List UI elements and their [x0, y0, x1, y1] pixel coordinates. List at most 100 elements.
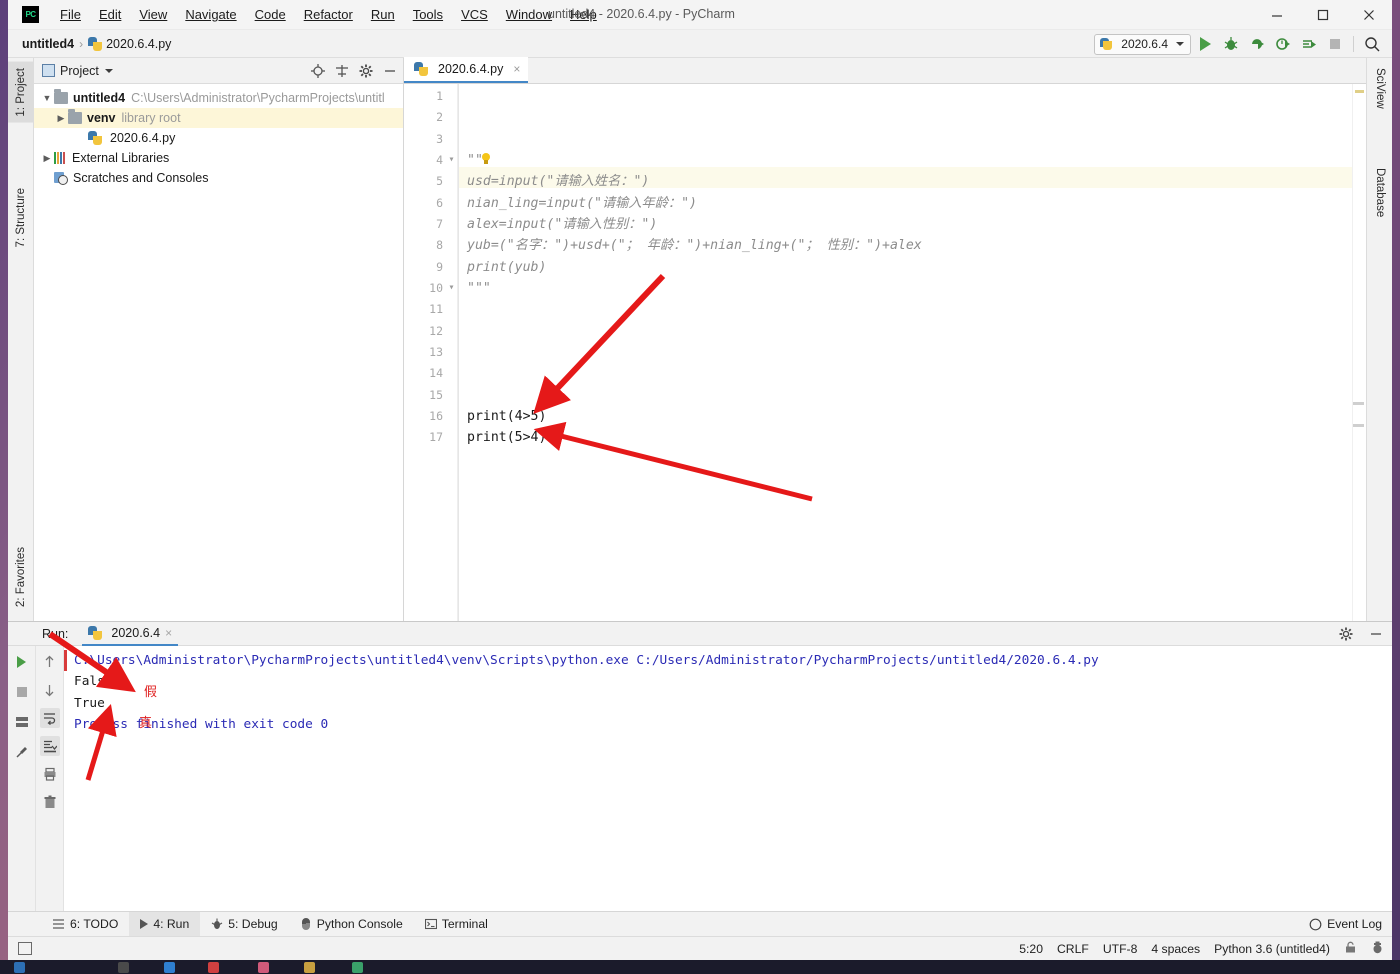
profile-button[interactable]: [1271, 32, 1295, 56]
line-number: 17: [429, 430, 443, 444]
hide-panel-icon[interactable]: [381, 62, 399, 80]
folder-icon: [54, 89, 68, 104]
tree-row[interactable]: Scratches and Consoles: [34, 168, 403, 188]
status-encoding[interactable]: UTF-8: [1103, 942, 1138, 956]
bottom-tab-todo-label: 6: TODO: [70, 917, 119, 931]
soft-wrap-icon: [43, 713, 55, 725]
stop-button[interactable]: [1323, 32, 1347, 56]
bottom-tab-todo[interactable]: 6: TODO: [42, 912, 129, 937]
line-number: 12: [429, 324, 443, 338]
editor-gutter[interactable]: 1 2 3 4 5 6 7 8 9 10 11 12 13 14 15 16 1…: [404, 84, 458, 621]
project-view-chevron-down-icon[interactable]: [104, 68, 113, 73]
taskbar-icon[interactable]: [164, 962, 175, 973]
code-editor[interactable]: 1 2 3 4 5 6 7 8 9 10 11 12 13 14 15 16 1…: [404, 84, 1366, 621]
debug-button[interactable]: [1219, 32, 1243, 56]
taskbar-icon[interactable]: [118, 962, 129, 973]
menu-item-view[interactable]: View: [130, 4, 176, 25]
menu-item-vcs[interactable]: VCS: [452, 4, 497, 25]
taskbar-icon[interactable]: [352, 962, 363, 973]
run-coverage-button[interactable]: [1245, 32, 1269, 56]
sidebar-item-favorites[interactable]: 2: Favorites: [8, 541, 34, 613]
run-console-output[interactable]: C:\Users\Administrator\PycharmProjects\u…: [64, 646, 1392, 911]
menu-item-tools[interactable]: Tools: [404, 4, 452, 25]
intention-bulb-icon[interactable]: [480, 153, 492, 166]
lock-icon[interactable]: [1344, 941, 1357, 957]
next-occurrence-button[interactable]: [40, 680, 60, 700]
breadcrumb-file[interactable]: 2020.6.4.py: [88, 36, 171, 51]
taskbar-icon[interactable]: [208, 962, 219, 973]
project-tree: ▼ untitled4 C:\Users\Administrator\Pycha…: [34, 84, 403, 188]
close-icon[interactable]: ×: [165, 626, 172, 640]
search-everywhere-button[interactable]: [1360, 32, 1384, 56]
sidebar-sciview-label: SciView: [1374, 68, 1386, 109]
menu-item-code[interactable]: Code: [246, 4, 295, 25]
menu-item-file[interactable]: File: [51, 4, 90, 25]
sidebar-item-structure[interactable]: 7: Structure: [8, 182, 34, 253]
bottom-tab-python-console[interactable]: Python Console: [289, 912, 414, 937]
inspector-icon[interactable]: [1371, 941, 1384, 957]
chevron-right-icon[interactable]: ▶: [40, 153, 54, 164]
scroll-to-end-button[interactable]: [39, 736, 60, 756]
change-marker[interactable]: [1353, 424, 1364, 427]
clear-all-button[interactable]: [40, 792, 60, 812]
gear-icon[interactable]: [1336, 624, 1356, 644]
taskbar-icon[interactable]: [258, 962, 269, 973]
bottom-tab-debug[interactable]: 5: Debug: [200, 912, 288, 937]
rerun-button[interactable]: [12, 652, 32, 672]
menu-item-edit[interactable]: Edit: [90, 4, 130, 25]
warning-marker[interactable]: [1355, 90, 1364, 93]
hide-panel-icon[interactable]: [1366, 624, 1386, 644]
tree-row[interactable]: ▼ untitled4 C:\Users\Administrator\Pycha…: [34, 88, 403, 108]
editor-scrollbar[interactable]: [1352, 84, 1366, 621]
run-tests-button[interactable]: [1297, 32, 1321, 56]
annotation-text-true-chinese: 真: [139, 716, 153, 731]
tree-row[interactable]: ▶ venv library root: [34, 108, 403, 128]
sidebar-item-project[interactable]: 1: Project: [8, 62, 34, 123]
fold-marker-icon[interactable]: ▾: [446, 282, 457, 293]
console-view-button[interactable]: [12, 712, 32, 732]
minimize-icon[interactable]: [1254, 0, 1300, 30]
run-session-tab[interactable]: 2020.6.4 ×: [82, 622, 179, 646]
project-panel: Project ▼ untitled4 C:\Users\Administrat…: [34, 58, 404, 621]
change-marker[interactable]: [1353, 402, 1364, 405]
run-button[interactable]: [1193, 32, 1217, 56]
status-indent[interactable]: 4 spaces: [1151, 942, 1200, 956]
event-log-button[interactable]: Event Log: [1309, 917, 1382, 931]
sidebar-item-database[interactable]: Database: [1367, 162, 1393, 223]
sidebar-item-sciview[interactable]: SciView: [1367, 62, 1393, 115]
status-cursor-position[interactable]: 5:20: [1019, 942, 1043, 956]
status-interpreter[interactable]: Python 3.6 (untitled4): [1214, 942, 1330, 956]
fold-marker-icon[interactable]: ▾: [446, 154, 457, 165]
locate-target-icon[interactable]: [309, 62, 327, 80]
maximize-icon[interactable]: [1300, 0, 1346, 30]
close-icon[interactable]: [1346, 0, 1392, 30]
bottom-tab-terminal[interactable]: Terminal: [414, 912, 499, 937]
menu-item-navigate[interactable]: Navigate: [176, 4, 245, 25]
print-button[interactable]: [40, 764, 60, 784]
menu-item-refactor[interactable]: Refactor: [295, 4, 362, 25]
breadcrumb-project-label: untitled4: [22, 36, 75, 51]
chevron-right-icon[interactable]: ▶: [54, 113, 68, 124]
close-icon[interactable]: ×: [513, 62, 520, 76]
toggle-toolwindows-icon[interactable]: [18, 942, 32, 955]
run-config-python-icon: [1100, 38, 1113, 50]
collapse-all-icon[interactable]: [333, 62, 351, 80]
bottom-tab-run[interactable]: 4: Run: [129, 911, 201, 937]
editor-tab-2020-6-4-py[interactable]: 2020.6.4.py ×: [404, 57, 529, 83]
stop-button[interactable]: [12, 682, 32, 702]
menu-item-run[interactable]: Run: [362, 4, 404, 25]
status-line-separator[interactable]: CRLF: [1057, 942, 1089, 956]
taskbar-icon[interactable]: [14, 962, 25, 973]
tree-row[interactable]: ▶ External Libraries: [34, 148, 403, 168]
gear-icon[interactable]: [357, 62, 375, 80]
soft-wrap-button[interactable]: [39, 708, 60, 728]
previous-occurrence-button[interactable]: [40, 652, 60, 672]
run-configuration-selector[interactable]: 2020.6.4: [1094, 33, 1191, 55]
code-text-area[interactable]: """ usd=input("请输入姓名：") nian_ling=input(…: [458, 84, 1352, 621]
chevron-down-icon[interactable]: ▼: [40, 93, 54, 103]
tree-row[interactable]: 2020.6.4.py: [34, 128, 403, 148]
menu-refactor-label: Refactor: [303, 7, 353, 22]
taskbar-icon[interactable]: [304, 962, 315, 973]
pin-tab-button[interactable]: [12, 742, 32, 762]
breadcrumb-project[interactable]: untitled4: [22, 37, 74, 51]
